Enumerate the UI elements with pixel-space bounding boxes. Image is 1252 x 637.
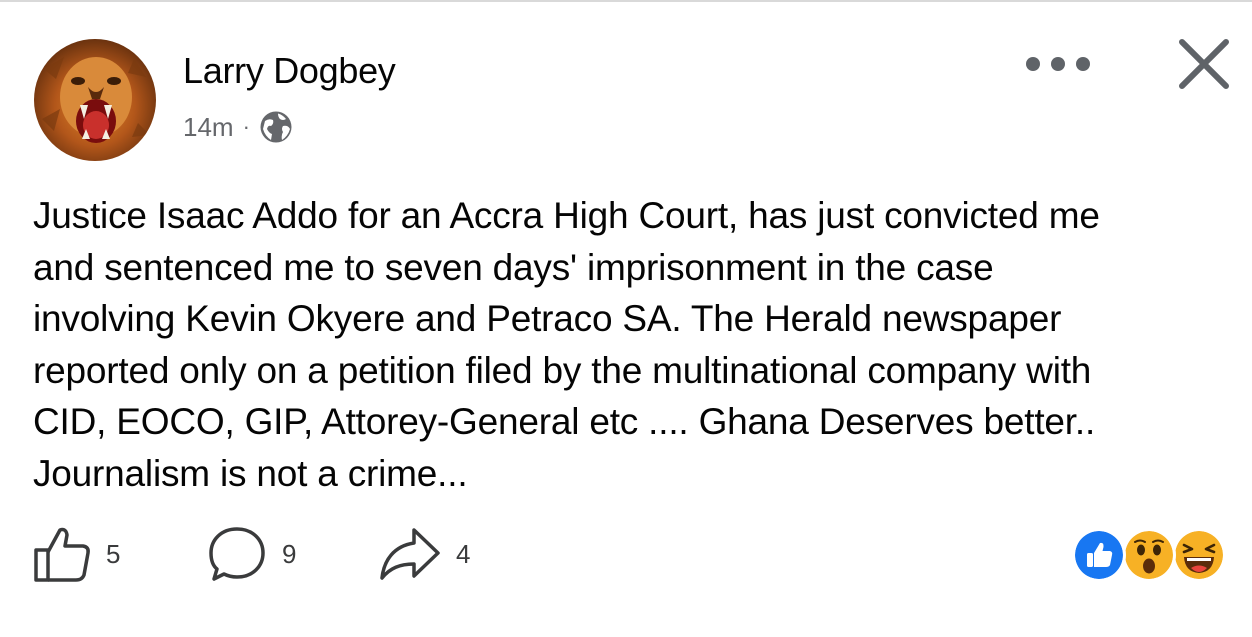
like-count: 5 (106, 538, 121, 569)
meta-separator: · (242, 114, 250, 139)
close-icon (1179, 39, 1229, 89)
comment-button[interactable]: 9 (206, 522, 296, 586)
post-text-line: Journalism is not a crime... (33, 452, 468, 494)
globe-icon (260, 111, 292, 143)
wow-reaction-icon (1122, 528, 1176, 582)
post-meta: 14m · (183, 109, 293, 145)
share-button[interactable]: 4 (378, 522, 470, 586)
avatar[interactable] (34, 39, 156, 161)
more-horizontal-icon (1026, 57, 1040, 71)
comment-count: 9 (282, 538, 297, 569)
comment-icon (209, 527, 265, 581)
post-text-line: Justice Isaac Addo for an Accra High Cou… (33, 195, 1100, 236)
share-icon (380, 528, 440, 580)
post-text: Justice Isaac Addo for an Accra High Cou… (33, 190, 1233, 499)
like-reaction-icon (1072, 528, 1126, 582)
reactions-summary[interactable] (1072, 528, 1228, 584)
haha-reaction-icon (1172, 528, 1226, 582)
post-text-line: CID, EOCO, GIP, Attorey-General etc ....… (33, 401, 1096, 442)
author-name[interactable]: Larry Dogbey (183, 50, 396, 92)
more-options-button[interactable] (1026, 50, 1090, 78)
lion-avatar-image (34, 39, 156, 161)
share-count: 4 (456, 538, 471, 569)
post-text-line: involving Kevin Okyere and Petraco SA. T… (33, 298, 1062, 339)
close-button[interactable] (1172, 32, 1236, 96)
timestamp[interactable]: 14m (183, 112, 234, 143)
thumbs-up-icon (34, 527, 90, 582)
like-button[interactable]: 5 (32, 522, 120, 586)
post-text-line: and sentenced me to seven days' imprison… (33, 246, 994, 288)
top-divider (0, 0, 1252, 2)
post-text-line: reported only on a petition filed by the… (33, 349, 1092, 391)
